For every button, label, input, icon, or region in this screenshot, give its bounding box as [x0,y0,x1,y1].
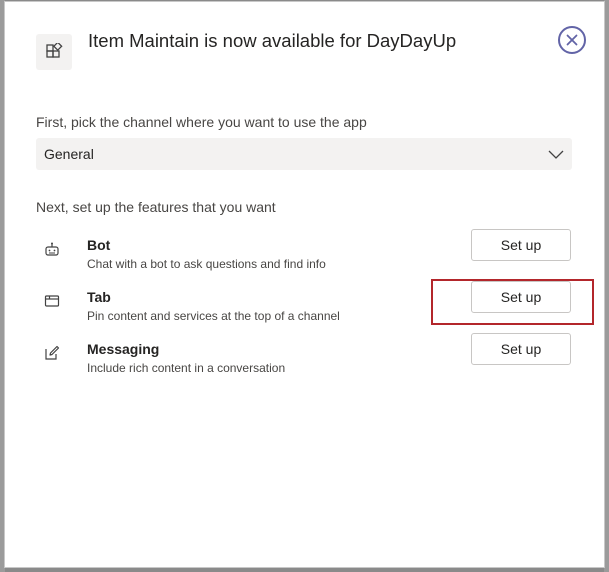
feature-description-messaging: Include rich content in a conversation [87,361,286,375]
channel-label: First, pick the channel where you want t… [36,114,367,130]
app-setup-dialog: Item Maintain is now available for DayDa… [4,1,605,568]
bot-setup-button[interactable]: Set up [471,229,571,261]
features-label: Next, set up the features that you want [36,199,276,215]
close-button[interactable] [558,26,586,54]
feature-row-bot: Bot Chat with a bot to ask questions and… [36,229,576,281]
dialog-title: Item Maintain is now available for DayDa… [88,30,457,51]
chevron-down-icon [548,150,564,159]
messaging-icon [45,345,60,360]
feature-description-tab: Pin content and services at the top of a… [87,309,340,323]
feature-name-tab: Tab [87,289,111,305]
channel-selected-value: General [44,146,94,162]
tab-icon [44,295,60,307]
feature-name-messaging: Messaging [87,341,160,357]
feature-row-messaging: Messaging Include rich content in a conv… [36,333,576,385]
close-icon [566,34,578,46]
bot-icon [45,242,59,256]
channel-dropdown[interactable]: General [36,138,572,170]
feature-name-bot: Bot [87,237,111,253]
tab-setup-highlight [431,279,594,325]
messaging-setup-button[interactable]: Set up [471,333,571,365]
apps-icon [36,34,72,70]
feature-description-bot: Chat with a bot to ask questions and fin… [87,257,326,271]
